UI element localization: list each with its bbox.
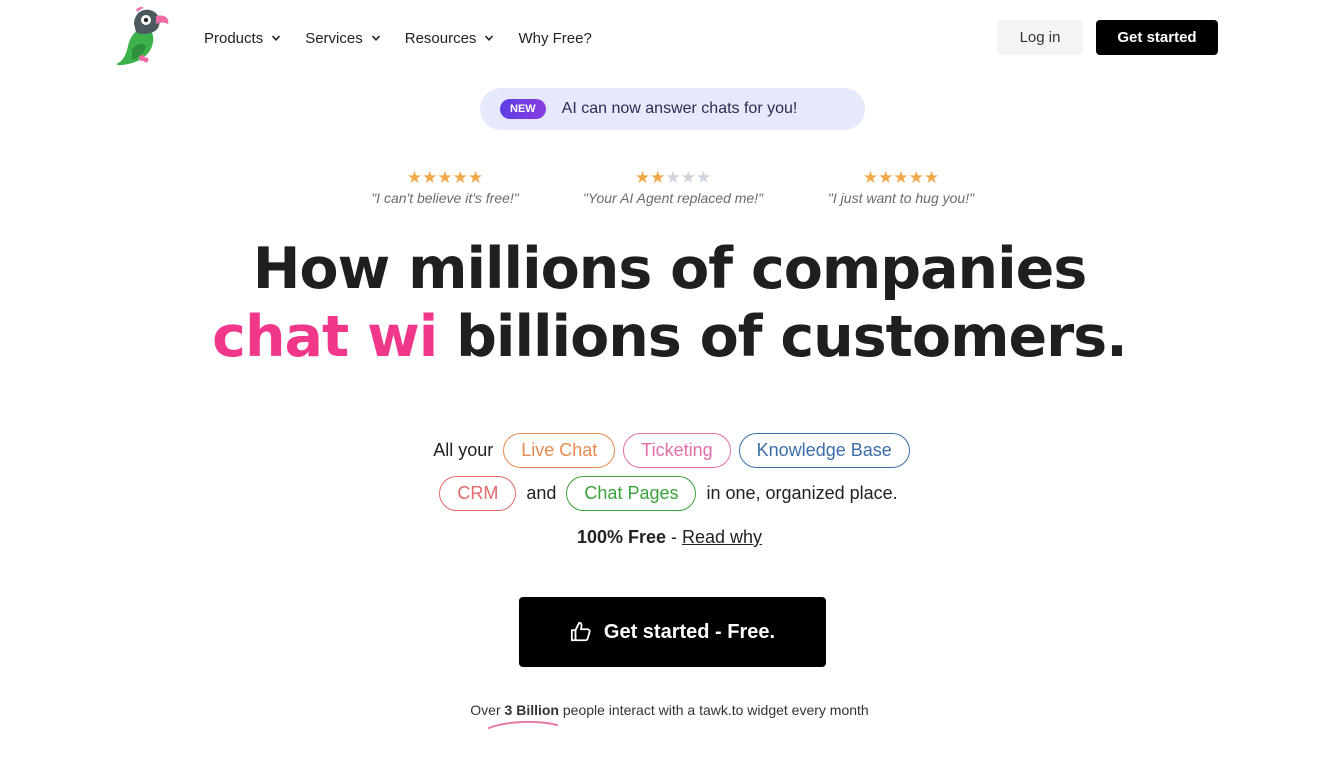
- review-1: ★★★★★ "I can't believe it's free!": [355, 168, 535, 206]
- parrot-logo-icon[interactable]: [112, 6, 172, 68]
- review-2: ★★★★★ "Your AI Agent replaced me!": [577, 168, 769, 206]
- chevron-down-icon: [272, 35, 281, 41]
- nav-item-products[interactable]: Products: [204, 26, 281, 50]
- star-icon: ★★★★★: [862, 168, 940, 187]
- headline-highlight: chat wi: [212, 304, 438, 370]
- star-rating: ★★★★★: [577, 168, 769, 187]
- free-line: 100% Free - Read why: [0, 527, 1339, 548]
- chip-chat-pages[interactable]: Chat Pages: [566, 476, 697, 511]
- products-suffix: in one, organized place.: [706, 483, 898, 503]
- review-quote: "I can't believe it's free!": [371, 190, 519, 206]
- new-badge: NEW: [500, 99, 546, 119]
- nav-item-label: Products: [204, 29, 264, 47]
- star-icon: ★★★★★: [406, 168, 484, 187]
- nav-item-label: Resources: [404, 29, 477, 47]
- star-empty-icon: ★★★: [665, 168, 712, 187]
- star-rating: ★★★★★: [355, 168, 535, 187]
- chip-knowledge-base[interactable]: Knowledge Base: [738, 433, 910, 468]
- nav-links: Products Services Resources Why Free?: [204, 26, 616, 50]
- headline-rest: billions of customers.: [437, 304, 1128, 370]
- usage-stat: Over 3 Billion people interact with a ta…: [0, 702, 1339, 718]
- get-started-free-button[interactable]: Get started - Free.: [519, 597, 826, 667]
- login-button[interactable]: Log in: [997, 20, 1083, 55]
- chevron-down-icon: [485, 35, 494, 41]
- announcement-pill[interactable]: NEW AI can now answer chats for you!: [480, 88, 865, 130]
- thumbs-up-icon: [570, 621, 591, 642]
- nav-item-services[interactable]: Services: [305, 26, 381, 50]
- nav-item-why-free[interactable]: Why Free?: [518, 26, 591, 50]
- review-quote: "I just want to hug you!": [827, 190, 975, 206]
- usage-highlight: 3 Billion: [504, 702, 559, 718]
- usage-suffix: people interact with a tawk.to widget ev…: [558, 702, 869, 718]
- usage-prefix: Over: [470, 702, 505, 718]
- chevron-down-icon: [371, 35, 380, 41]
- products-row-1: All your Live Chat Ticketing Knowledge B…: [0, 433, 1339, 468]
- get-started-button[interactable]: Get started: [1096, 20, 1218, 55]
- nav-item-label: Why Free?: [518, 29, 592, 47]
- review-quote: "Your AI Agent replaced me!": [582, 190, 764, 206]
- swoosh-underline-icon: [488, 720, 558, 729]
- nav-item-resources[interactable]: Resources: [405, 26, 495, 50]
- star-rating: ★★★★★: [820, 168, 982, 187]
- free-separator: -: [666, 527, 682, 547]
- headline-line-2: chat wi billions of customers.: [0, 304, 1339, 370]
- star-icon: ★★: [634, 168, 666, 187]
- top-navigation: Products Services Resources Why Free? Lo…: [0, 0, 1339, 76]
- announcement-text: AI can now answer chats for you!: [561, 100, 798, 117]
- cta-label: Get started - Free.: [603, 620, 776, 643]
- free-label: 100% Free: [576, 527, 666, 547]
- chip-crm[interactable]: CRM: [439, 476, 517, 511]
- chip-ticketing[interactable]: Ticketing: [623, 433, 731, 468]
- products-prefix: All your: [433, 440, 494, 460]
- chip-live-chat[interactable]: Live Chat: [503, 433, 616, 468]
- review-3: ★★★★★ "I just want to hug you!": [820, 168, 982, 206]
- products-connector: and: [526, 483, 557, 503]
- products-row-2: CRM and Chat Pages in one, organized pla…: [0, 476, 1339, 511]
- headline-line-1: How millions of companies: [252, 236, 1088, 302]
- nav-item-label: Services: [305, 29, 363, 47]
- read-why-link[interactable]: Read why: [682, 527, 762, 547]
